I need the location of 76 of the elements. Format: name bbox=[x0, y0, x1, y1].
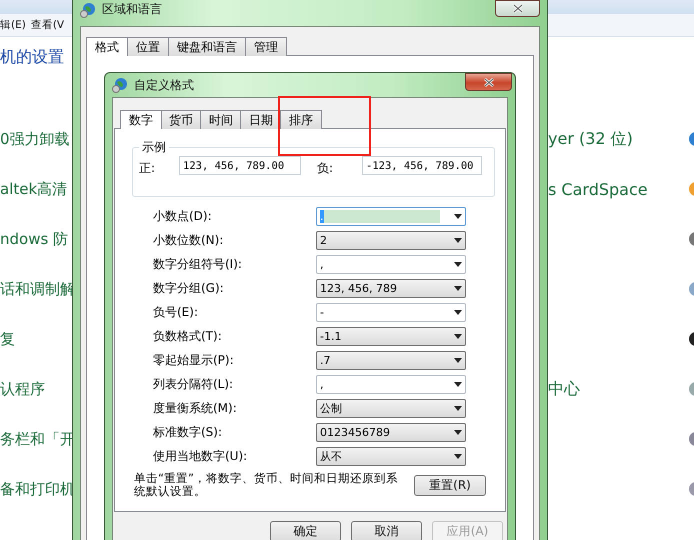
caret-icon bbox=[454, 262, 462, 266]
control-panel-icon bbox=[688, 181, 694, 197]
caret-icon bbox=[454, 310, 462, 314]
reset-button[interactable]: 重置(R) bbox=[414, 474, 486, 496]
menu-item[interactable]: 辑(E) bbox=[0, 18, 26, 32]
control-panel-link[interactable]: yer (32 位) bbox=[548, 128, 678, 150]
control-panel-icon bbox=[688, 481, 694, 497]
field-label: 数字分组符号(I): bbox=[153, 256, 243, 272]
control-panel-icon bbox=[688, 331, 694, 347]
field-label: 度量衡系统(M): bbox=[153, 400, 238, 416]
field-label: 负数格式(T): bbox=[153, 328, 223, 344]
field-label: 小数位数(N): bbox=[153, 232, 224, 248]
window-title: 区域和语言 bbox=[102, 1, 162, 18]
dropdown[interactable]: 123, 456, 789 bbox=[316, 278, 466, 298]
dialog-button[interactable]: 取消 bbox=[351, 521, 422, 540]
field-label: 正: bbox=[139, 160, 156, 177]
tab[interactable]: 键盘和语言 bbox=[168, 37, 246, 56]
combo-box[interactable]: - bbox=[316, 302, 466, 322]
tab[interactable]: 数字 bbox=[120, 110, 162, 129]
combo-box[interactable]: , bbox=[316, 254, 466, 274]
close-button[interactable] bbox=[465, 73, 512, 91]
caret-icon bbox=[454, 334, 462, 338]
caret-icon bbox=[454, 382, 462, 386]
control-panel-icon bbox=[688, 231, 694, 247]
tab[interactable]: 排序 bbox=[280, 110, 322, 129]
close-icon bbox=[482, 78, 494, 86]
dialog-button[interactable]: 确定 bbox=[270, 521, 341, 540]
control-panel-link[interactable]: 中心 bbox=[548, 378, 678, 400]
reset-hint: 单击“重置”，将数字、货币、时间和日期还原到系统默认设置。 bbox=[134, 472, 399, 498]
dropdown[interactable]: 从不 bbox=[316, 446, 466, 466]
dropdown[interactable]: 2 bbox=[316, 230, 466, 250]
control-panel-link[interactable]: 复 bbox=[0, 330, 72, 348]
close-button[interactable] bbox=[495, 0, 540, 17]
control-panel-icon bbox=[688, 381, 694, 397]
field-label: 使用当地数字(U): bbox=[153, 448, 248, 464]
control-panel-link[interactable]: 认程序 bbox=[0, 380, 72, 398]
field-label: 列表分隔符(L): bbox=[153, 376, 234, 392]
control-panel-icon bbox=[688, 131, 694, 147]
control-panel-link[interactable]: s CardSpace bbox=[548, 180, 678, 198]
field-label: 负号(E): bbox=[153, 304, 199, 320]
tab[interactable]: 管理 bbox=[245, 37, 287, 56]
caret-icon bbox=[454, 238, 462, 242]
field-label: 负: bbox=[317, 160, 334, 177]
dropdown[interactable]: .7 bbox=[316, 350, 466, 370]
globe-icon bbox=[80, 2, 96, 18]
menu-item[interactable]: 查看(V bbox=[30, 18, 64, 32]
caret-icon bbox=[454, 454, 462, 458]
dialog-title: 自定义格式 bbox=[134, 76, 194, 94]
caret-icon bbox=[454, 358, 462, 362]
globe-icon bbox=[112, 77, 128, 93]
field-label: 小数点(D): bbox=[153, 208, 213, 224]
field-label: 数字分组(G): bbox=[153, 280, 225, 296]
sample-field: -123, 456, 789.00 bbox=[362, 156, 482, 175]
caret-icon bbox=[454, 286, 462, 290]
control-panel-icon bbox=[688, 431, 694, 447]
combo-box[interactable]: , bbox=[316, 374, 466, 394]
tab[interactable]: 货币 bbox=[160, 110, 202, 129]
control-panel-link[interactable]: ndows 防 bbox=[0, 230, 72, 248]
dropdown[interactable]: -1.1 bbox=[316, 326, 466, 346]
control-panel-link[interactable]: 0强力卸载 bbox=[0, 130, 72, 148]
field-label: 零起始显示(P): bbox=[153, 352, 235, 368]
caret-icon bbox=[454, 214, 462, 218]
group-title: 示例 bbox=[141, 139, 167, 156]
tab[interactable]: 时间 bbox=[200, 110, 242, 129]
dropdown[interactable]: 公制 bbox=[316, 398, 466, 418]
sample-field: 123, 456, 789.00 bbox=[179, 156, 301, 175]
dropdown[interactable]: 0123456789 bbox=[316, 422, 466, 442]
field-label: 标准数字(S): bbox=[153, 424, 224, 440]
close-icon bbox=[512, 4, 524, 13]
control-panel-link[interactable]: altek高清 bbox=[0, 180, 72, 198]
control-panel-icon bbox=[688, 281, 694, 297]
tab[interactable]: 格式 bbox=[86, 37, 128, 56]
page-heading: 机的设置 bbox=[0, 47, 64, 66]
tab[interactable]: 位置 bbox=[127, 37, 169, 56]
caret-icon bbox=[454, 406, 462, 410]
caret-icon bbox=[454, 430, 462, 434]
